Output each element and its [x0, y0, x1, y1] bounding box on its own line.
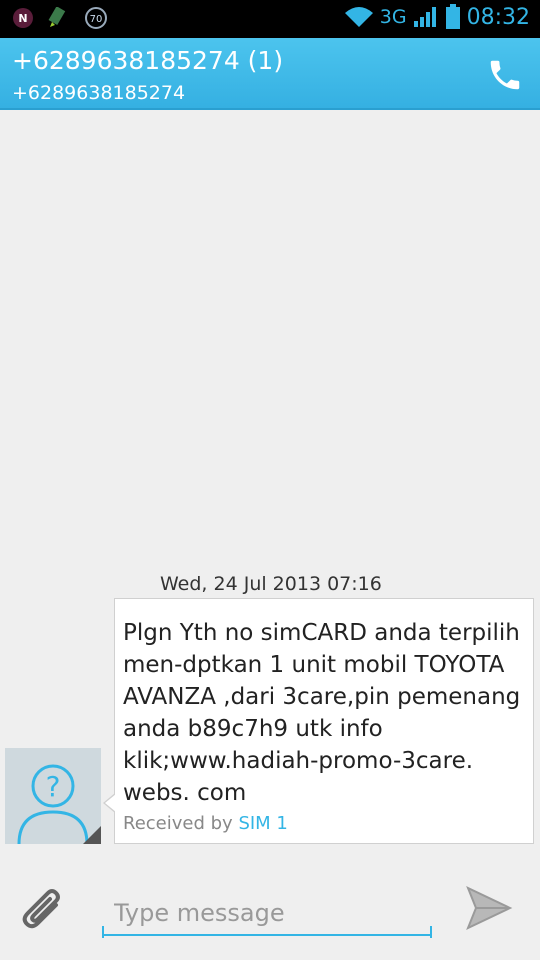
paperclip-icon[interactable]: [18, 885, 70, 937]
svg-text:N: N: [18, 12, 27, 25]
conversation-header: +6289638185274 (1) +6289638185274: [0, 38, 540, 110]
message-input[interactable]: [102, 892, 432, 936]
unknown-contact-icon: ?: [5, 748, 101, 845]
signal-icon: [413, 7, 436, 27]
avatar[interactable]: ?: [5, 748, 101, 845]
phone-icon[interactable]: [486, 56, 524, 94]
network-type: 3G: [379, 6, 407, 28]
clock: 08:32: [466, 4, 530, 30]
svg-text:70: 70: [90, 14, 103, 25]
sim-label: SIM 1: [238, 813, 288, 834]
contact-number: +6289638185274: [12, 82, 186, 104]
input-edge-left: [102, 926, 104, 938]
pen-icon: [48, 7, 66, 27]
contact-title: +6289638185274 (1): [12, 46, 284, 75]
status-bar: N 70 3G 08:32: [0, 0, 540, 38]
message-bubble[interactable]: Plgn Yth no simCARD anda terpilih men-dp…: [103, 598, 534, 844]
wifi-icon: [344, 7, 373, 27]
received-label: Received by: [123, 813, 233, 834]
speed-70-icon: 70: [85, 7, 107, 29]
svg-text:?: ?: [46, 770, 61, 803]
received-status: Received by SIM 1: [123, 813, 288, 834]
send-icon[interactable]: [464, 884, 514, 932]
battery-icon: [445, 4, 460, 29]
n-app-icon: N: [13, 8, 33, 28]
message-timestamp: Wed, 24 Jul 2013 07:16: [160, 573, 382, 595]
input-edge-right: [430, 926, 432, 938]
message-text: Plgn Yth no simCARD anda terpilih men-dp…: [123, 620, 521, 806]
